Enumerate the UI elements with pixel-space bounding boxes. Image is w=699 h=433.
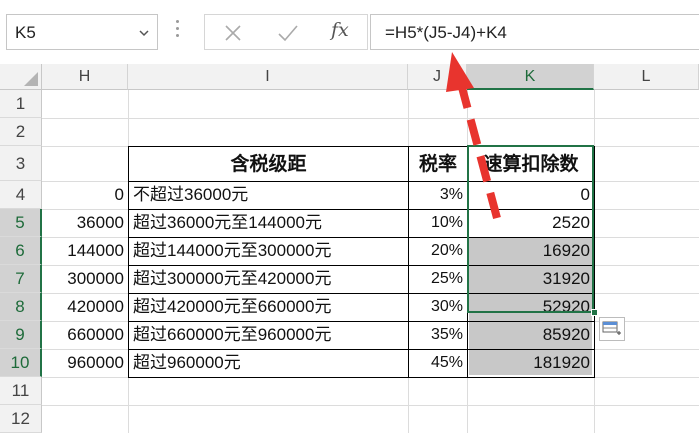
row-header[interactable]: 6 <box>0 237 42 265</box>
cell-h6[interactable]: 144000 <box>42 237 128 265</box>
row-header[interactable]: 3 <box>0 146 42 181</box>
check-icon[interactable] <box>277 23 299 43</box>
cell-j4[interactable]: 3% <box>409 181 467 209</box>
quick-analysis-button[interactable] <box>599 317 625 341</box>
cell-h8[interactable]: 420000 <box>42 293 128 321</box>
cell-j9[interactable]: 35% <box>409 321 467 349</box>
cell-j8[interactable]: 30% <box>409 293 467 321</box>
cell-k9[interactable]: 85920 <box>468 321 594 349</box>
cell-h7[interactable]: 300000 <box>42 265 128 293</box>
cell-j3[interactable]: 税率 <box>409 147 467 181</box>
spreadsheet-grid[interactable]: H I J K L 1 2 3 4 5 6 7 8 9 10 11 12 含税级… <box>0 64 699 433</box>
column-header-l[interactable]: L <box>594 64 699 90</box>
cell-i3[interactable]: 含税级距 <box>129 147 408 181</box>
quick-analysis-icon <box>602 321 621 335</box>
cell-j5[interactable]: 10% <box>409 209 467 237</box>
cell-i8[interactable]: 超过420000元至660000元 <box>129 293 408 321</box>
cell-k10[interactable]: 181920 <box>468 349 594 377</box>
fill-handle[interactable] <box>591 309 598 316</box>
cell-h9[interactable]: 660000 <box>42 321 128 349</box>
cell-j7[interactable]: 25% <box>409 265 467 293</box>
cell-i9[interactable]: 超过660000元至960000元 <box>129 321 408 349</box>
cell-i7[interactable]: 超过300000元至420000元 <box>129 265 408 293</box>
row-header[interactable]: 12 <box>0 405 42 433</box>
row-header[interactable]: 8 <box>0 293 42 321</box>
formula-input[interactable]: =H5*(J5-J4)+K4 <box>370 14 699 50</box>
gridline <box>42 405 699 406</box>
drag-handle-icon[interactable] <box>176 20 180 44</box>
row-header[interactable]: 2 <box>0 118 42 146</box>
row-header[interactable]: 10 <box>0 349 42 377</box>
cell-h4[interactable]: 0 <box>42 181 128 209</box>
row-header[interactable]: 7 <box>0 265 42 293</box>
select-all-corner[interactable] <box>0 64 42 90</box>
formula-buttons: fx <box>204 14 368 50</box>
insert-function-icon[interactable]: fx <box>331 19 349 41</box>
gridline <box>42 377 699 378</box>
gridline <box>42 118 699 119</box>
column-header-k[interactable]: K <box>467 64 594 90</box>
formula-bar: K5 fx =H5*(J5-J4)+K4 <box>0 0 699 64</box>
cancel-icon[interactable] <box>223 23 243 43</box>
cell-i6[interactable]: 超过144000元至300000元 <box>129 237 408 265</box>
corner-triangle-icon <box>24 72 38 86</box>
cell-i5[interactable]: 超过36000元至144000元 <box>129 209 408 237</box>
formula-text: =H5*(J5-J4)+K4 <box>385 23 507 42</box>
cell-i4[interactable]: 不超过36000元 <box>129 181 408 209</box>
cell-h5[interactable]: 36000 <box>42 209 128 237</box>
row-header[interactable]: 4 <box>0 181 42 209</box>
row-header[interactable]: 11 <box>0 377 42 405</box>
cell-i10[interactable]: 超过960000元 <box>129 349 408 377</box>
row-header[interactable]: 5 <box>0 209 42 237</box>
name-box[interactable]: K5 <box>6 14 158 50</box>
column-header-i[interactable]: I <box>128 64 408 90</box>
cell-j10[interactable]: 45% <box>409 349 467 377</box>
cell-h10[interactable]: 960000 <box>42 349 128 377</box>
selection-range <box>467 145 594 313</box>
column-header-j[interactable]: J <box>408 64 467 90</box>
chevron-down-icon[interactable] <box>139 28 149 38</box>
cell-j6[interactable]: 20% <box>409 237 467 265</box>
name-box-value: K5 <box>15 23 36 42</box>
gridline <box>594 90 595 433</box>
column-header-h[interactable]: H <box>42 64 128 90</box>
row-header[interactable]: 1 <box>0 90 42 118</box>
row-header[interactable]: 9 <box>0 321 42 349</box>
